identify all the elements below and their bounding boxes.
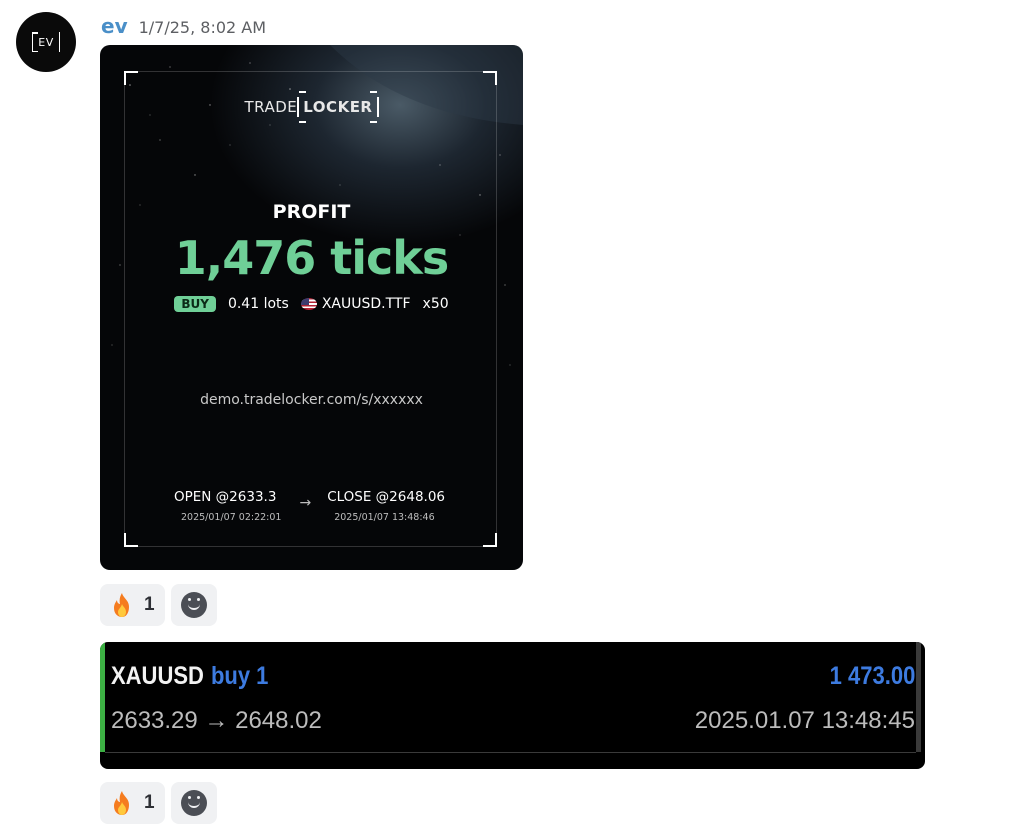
user-avatar[interactable]: EV <box>16 12 76 72</box>
reaction-count: 1 <box>144 594 155 615</box>
brand-prefix: TRADE <box>244 98 298 116</box>
reaction-count: 1 <box>144 792 155 813</box>
add-reaction-button[interactable] <box>170 782 217 824</box>
frame-corner <box>124 533 138 547</box>
ev-logo-icon: EV <box>32 32 60 52</box>
frame-corner <box>124 71 138 85</box>
trade-divider <box>105 752 916 753</box>
tradelocker-logo: TRADE LOCKER <box>100 91 523 123</box>
reactions-bar: 1 <box>100 584 217 626</box>
trade-accent-bar <box>100 642 105 752</box>
profit-value: 1,476 ticks <box>174 231 450 285</box>
brand-box: LOCKER <box>297 91 379 123</box>
message-timestamp: 1/7/25, 8:02 AM <box>138 18 267 37</box>
open-time: 2025/01/07 02:22:01 <box>181 512 282 523</box>
smile-icon <box>180 790 207 816</box>
trade-profit: 1 473.00 <box>829 662 915 690</box>
close-label: CLOSE @2648.06 <box>327 489 445 505</box>
trade-embed[interactable]: XAUUSD buy 1 1 473.00 2633.29 → 2648.02 … <box>100 642 925 769</box>
reaction-fire[interactable]: 1 <box>100 584 165 626</box>
lots: 0.41 lots <box>227 296 289 312</box>
smile-icon <box>180 592 207 618</box>
leverage: x50 <box>422 296 449 312</box>
symbol: XAUUSD.TTF <box>321 296 411 312</box>
trade-scrollbar <box>916 642 921 752</box>
trade-meta: BUY 0.41 lots XAUUSD.TTF x50 <box>100 296 523 312</box>
open-label: OPEN @2633.3 <box>174 489 277 505</box>
avatar-text: EV <box>38 35 54 49</box>
fire-icon <box>114 791 129 815</box>
close-time: 2025/01/07 13:48:46 <box>334 512 435 523</box>
trade-time: 2025.01.07 13:48:45 <box>694 707 915 734</box>
us-flag-icon <box>300 298 317 310</box>
open-info: OPEN @2633.3 2025/01/07 02:22:01 <box>174 489 281 523</box>
frame-corner <box>483 71 497 85</box>
frame-corner <box>483 533 497 547</box>
trade-symbol: XAUUSD <box>111 662 204 690</box>
arrow-right-icon: → <box>299 495 312 511</box>
trade-side: buy 1 <box>210 662 269 690</box>
side-badge: BUY <box>174 296 216 312</box>
trade-prices: 2633.29 → 2648.02 <box>111 707 322 734</box>
message-header: ev 1/7/25, 8:02 AM <box>101 14 266 38</box>
trade-title: XAUUSD buy 1 <box>111 662 268 691</box>
close-info: CLOSE @2648.06 2025/01/07 13:48:46 <box>327 489 445 523</box>
add-reaction-button[interactable] <box>170 584 217 626</box>
username[interactable]: ev <box>101 14 128 38</box>
reaction-fire[interactable]: 1 <box>100 782 165 824</box>
profit-label: PROFIT <box>272 201 351 223</box>
fire-icon <box>114 593 129 617</box>
reactions-bar: 1 <box>100 782 217 824</box>
open-close-row: OPEN @2633.3 2025/01/07 02:22:01 → CLOSE… <box>174 489 474 523</box>
profit-share-image[interactable]: TRADE LOCKER PROFIT 1,476 ticks BUY 0.41 … <box>100 45 523 570</box>
symbol-with-flag: XAUUSD.TTF <box>300 296 411 312</box>
share-url: demo.tradelocker.com/s/xxxxxx <box>200 392 423 408</box>
